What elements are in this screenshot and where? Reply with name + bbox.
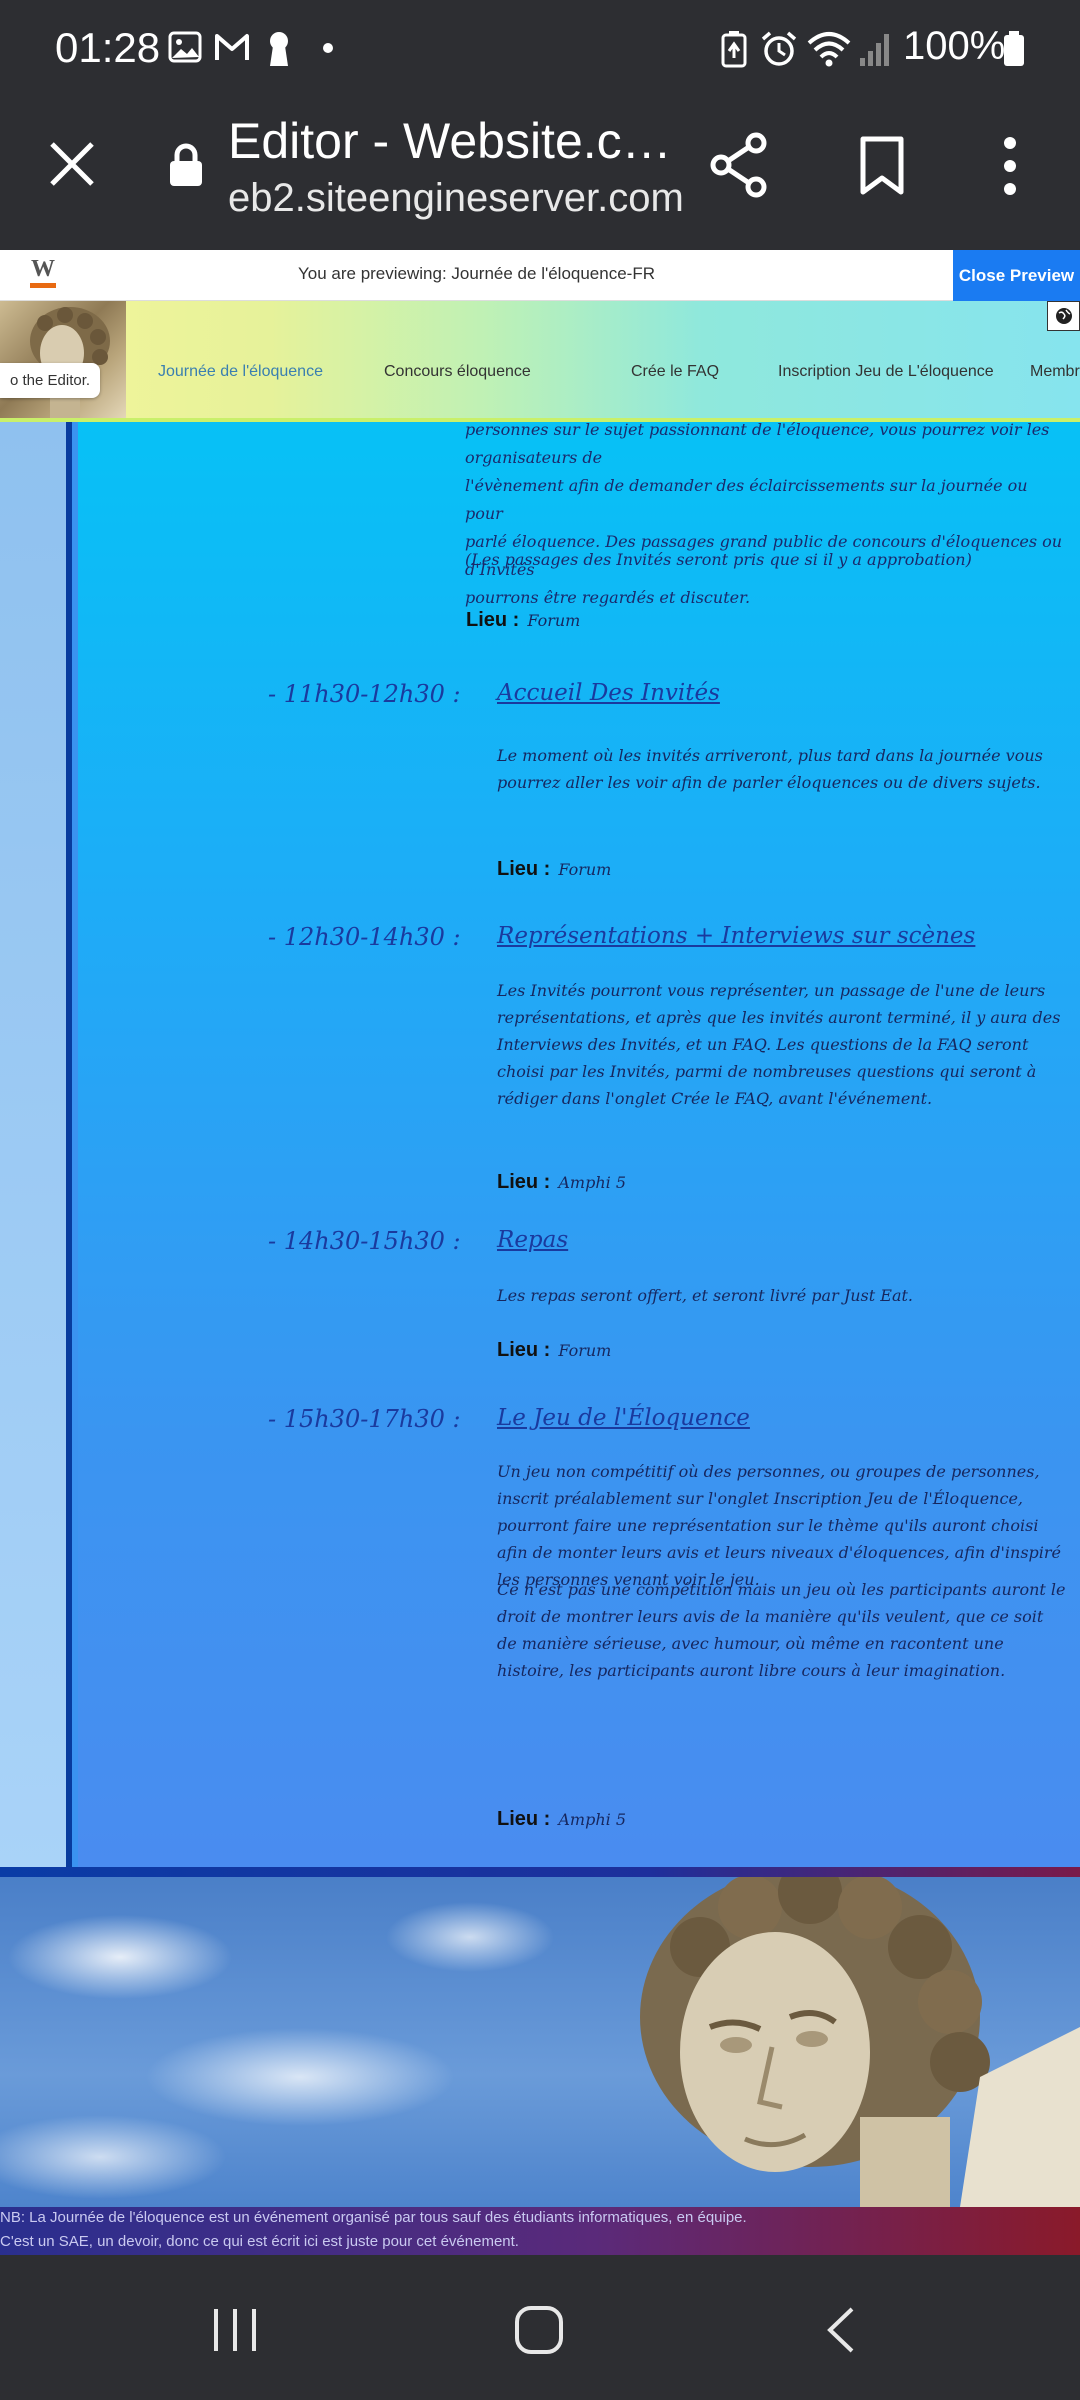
globe-icon [1055,308,1072,324]
clock: 01:28 [55,24,161,71]
status-bar: 01:28 100% [0,0,1080,100]
lieu-value: Forum [527,611,581,630]
share-icon[interactable] [708,132,770,198]
battery-percentage: 100% [903,24,1006,68]
nav-concours[interactable]: Concours éloquence [384,363,531,381]
event-description: Un jeu non compétitif où des personnes, … [497,1462,1062,1589]
footer-line-1: NB: La Journée de l'éloquence est un évé… [0,2209,747,2226]
event-title-jeu[interactable]: Le Jeu de l'Éloquence [497,1405,750,1431]
section-divider [0,1867,1080,1877]
intro-lieu: Lieu : Forum [466,609,580,632]
nav-journee[interactable]: Journée de l'éloquence [158,363,323,381]
site-header: o the Editor. Journée de l'éloquence Con… [0,301,1080,422]
more-vert-icon[interactable] [1000,136,1020,196]
event-description: Ce n'est pas une compétition mais un jeu… [497,1580,1066,1680]
nav-membres[interactable]: Membr [1030,363,1080,381]
lieu-label: Lieu : [497,858,551,880]
gmail-icon [215,34,249,60]
lieu-value: Amphi 5 [558,1173,626,1192]
battery-saver-icon [721,31,747,68]
dot-icon [323,43,333,53]
bookmark-icon[interactable] [858,136,906,196]
event-time: - 15h30-17h30 : [268,1405,461,1433]
content-left-panel [0,422,72,1872]
footer-statue-image [0,1877,1080,2207]
home-icon[interactable] [514,2305,564,2355]
event-title-repas[interactable]: Repas [497,1227,568,1253]
event-lieu: Lieu : Amphi 5 [497,1808,626,1831]
statue-head-graphic [30,307,110,418]
event-description: Le moment où les invités arriveront, plu… [497,746,1043,792]
intro-line: personnes sur le sujet passionnant de l'… [465,420,1050,467]
page-title[interactable]: Editor - Website.c… [228,112,672,170]
close-icon[interactable] [48,140,96,188]
event-time: - 11h30-12h30 : [268,680,461,708]
intro-text: personnes sur le sujet passionnant de l'… [465,416,1065,612]
event-title-accueil[interactable]: Accueil Des Invités [497,680,720,706]
preview-status-text: You are previewing: Journée de l'éloquen… [297,264,655,283]
browser-toolbar: Editor - Website.c… eb2.siteengineserver… [0,100,1080,250]
battery-icon [1004,31,1024,66]
gallery-icon [168,31,202,63]
event-description: Les Invités pourront vous représenter, u… [497,981,1061,1108]
event-lieu: Lieu : Forum [497,858,611,881]
nav-faq[interactable]: Crée le FAQ [631,363,719,381]
footer-line-2: C'est un SAE, un devoir, donc ce qui est… [0,2233,519,2250]
alarm-icon [761,31,797,66]
signal-icon [860,34,889,66]
event-time: - 14h30-15h30 : [268,1227,461,1255]
language-button[interactable] [1047,301,1080,331]
footer-note: NB: La Journée de l'éloquence est un évé… [0,2207,1080,2255]
keyhole-icon [270,32,288,66]
page-url[interactable]: eb2.siteengineserver.com [228,176,684,221]
lieu-label: Lieu : [497,1808,551,1830]
nav-inscription[interactable]: Inscription Jeu de L'éloquence [778,363,994,381]
event-lieu: Lieu : Forum [497,1339,611,1362]
statue-logo-image[interactable] [0,301,126,418]
lieu-label: Lieu : [497,1339,551,1361]
intro-note: (Les passages des Invités seront pris qu… [465,550,972,569]
event-description: Les repas seront offert, et seront livré… [497,1286,913,1305]
lieu-label: Lieu : [466,609,520,631]
close-preview-button[interactable]: Close Preview [953,250,1080,301]
preview-bar: W You are previewing: Journée de l'éloqu… [0,250,1080,301]
intro-line: pourrons être regardés et discuter. [465,588,751,607]
editor-tooltip: o the Editor. [0,363,101,398]
back-icon[interactable] [824,2305,858,2355]
event-time: - 12h30-14h30 : [268,923,461,951]
system-nav-bar [0,2255,1080,2400]
lieu-value: Amphi 5 [558,1810,626,1829]
lieu-value: Forum [558,860,612,879]
lock-icon[interactable] [168,142,204,188]
event-lieu: Lieu : Amphi 5 [497,1171,626,1194]
lieu-value: Forum [558,1341,612,1360]
statue-graphic [640,1877,1080,2207]
event-title-representations[interactable]: Représentations + Interviews sur scènes [497,923,975,949]
web-viewport: W You are previewing: Journée de l'éloqu… [0,250,1080,2255]
lieu-label: Lieu : [497,1171,551,1193]
recent-apps-icon[interactable] [210,2305,260,2355]
intro-line: l'évènement afin de demander des éclairc… [465,476,1028,523]
wifi-icon [807,32,851,67]
